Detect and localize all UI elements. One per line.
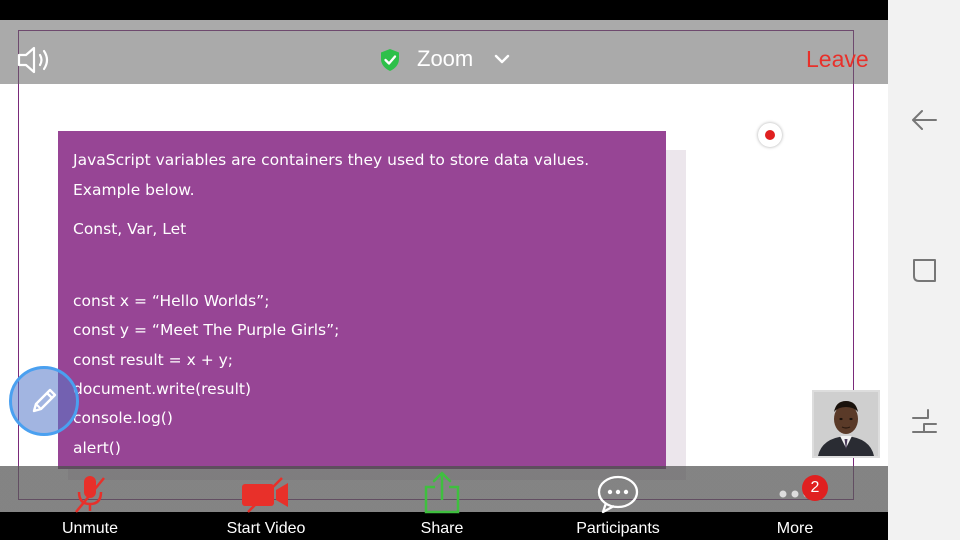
code-line: const y = “Meet The Purple Girls”; xyxy=(73,321,340,339)
share-upload-icon xyxy=(424,471,460,514)
slide-content-box: JavaScript variables are containers they… xyxy=(58,131,666,469)
code-line: const result = x + y; xyxy=(73,351,234,369)
meeting-toolbar: Unmute Start Video Share Participants Mo… xyxy=(0,466,888,540)
more-label: More xyxy=(776,520,814,537)
participants-button[interactable]: Participants xyxy=(563,466,673,540)
unmute-label: Unmute xyxy=(61,520,119,537)
pencil-icon xyxy=(32,388,57,413)
chat-bubble-icon xyxy=(597,475,639,514)
meeting-screen: JavaScript variables are containers they… xyxy=(0,0,888,540)
share-button[interactable]: Share xyxy=(402,466,482,540)
code-line: const x = “Hello Worlds”; xyxy=(73,292,270,310)
recording-indicator xyxy=(758,123,782,147)
chevron-down-icon[interactable] xyxy=(494,52,510,66)
notification-badge: 2 xyxy=(802,475,828,501)
microphone-muted-icon xyxy=(75,476,105,513)
android-nav-panel xyxy=(888,0,960,540)
speaker-icon[interactable] xyxy=(16,44,54,76)
start-video-button[interactable]: Start Video xyxy=(211,466,321,540)
code-line: alert() xyxy=(73,439,121,457)
meeting-top-bar: Zoom Leave xyxy=(0,20,888,84)
meeting-title[interactable]: Zoom xyxy=(417,46,473,72)
start-video-label: Start Video xyxy=(226,520,306,537)
slide-text-line: JavaScript variables are containers they… xyxy=(73,151,590,169)
person-avatar-icon xyxy=(814,392,878,456)
code-line: document.write(result) xyxy=(73,380,252,398)
shield-check-icon xyxy=(381,49,399,71)
participant-video-thumbnail[interactable] xyxy=(812,390,880,458)
recents-icon[interactable] xyxy=(908,254,940,286)
slide-text-line: Example below. xyxy=(73,181,195,199)
code-line: console.log() xyxy=(73,409,173,427)
participants-label: Participants xyxy=(576,520,660,537)
slide-text-line: Const, Var, Let xyxy=(73,220,187,238)
leave-button[interactable]: Leave xyxy=(806,46,869,73)
overview-icon[interactable] xyxy=(908,406,940,438)
share-label: Share xyxy=(420,520,464,537)
shared-slide: JavaScript variables are containers they… xyxy=(0,20,888,520)
annotate-button[interactable] xyxy=(9,366,79,436)
unmute-button[interactable]: Unmute xyxy=(40,466,140,540)
back-arrow-icon[interactable] xyxy=(908,104,940,136)
video-off-icon xyxy=(242,477,288,513)
